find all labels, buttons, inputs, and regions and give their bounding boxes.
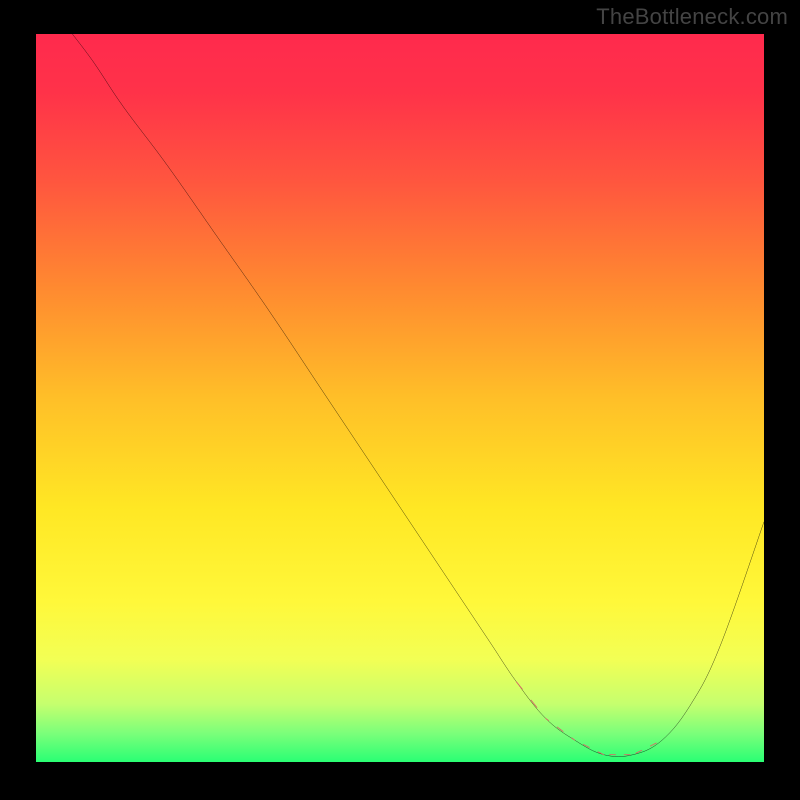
- watermark-text: TheBottleneck.com: [596, 4, 788, 30]
- chart-background: [36, 34, 764, 762]
- chart-container: TheBottleneck.com: [0, 0, 800, 800]
- bottleneck-chart: [36, 34, 764, 762]
